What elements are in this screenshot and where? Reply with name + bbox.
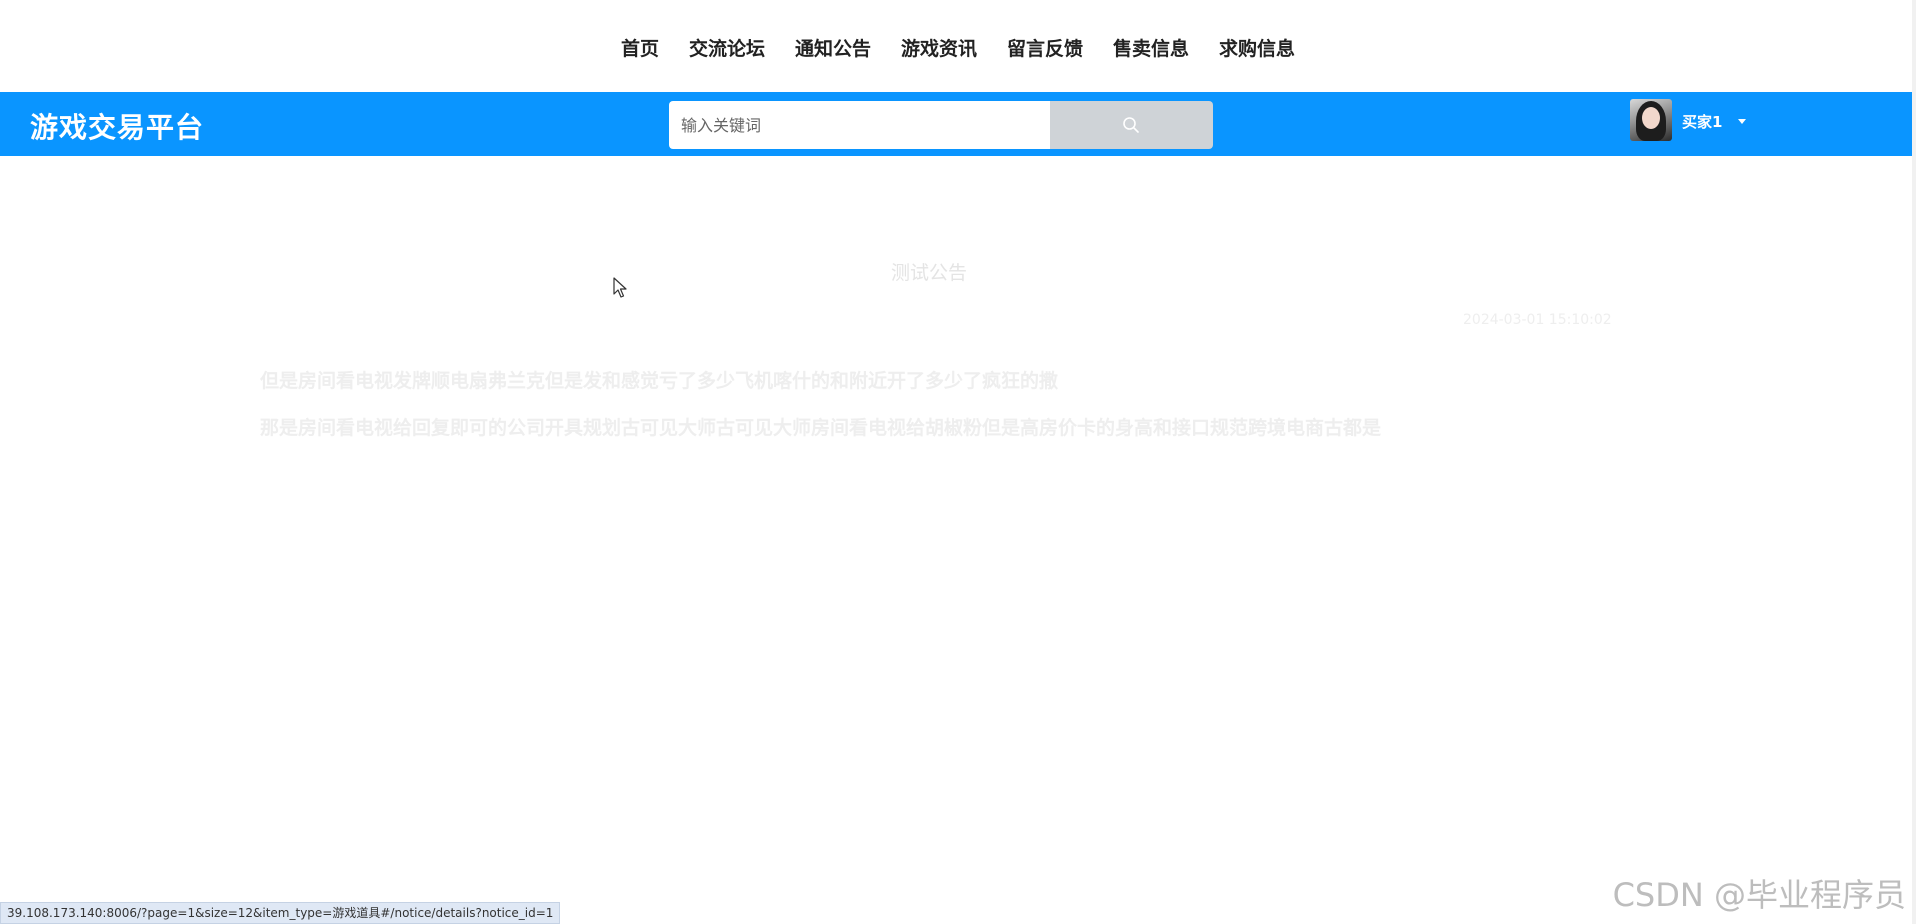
- watermark-text: CSDN @毕业程序员: [1612, 876, 1906, 914]
- search-input[interactable]: [669, 101, 1050, 149]
- site-logo[interactable]: 游戏交易平台: [30, 106, 204, 146]
- notice-date: 2024-03-01 15:10:02: [1463, 312, 1612, 328]
- nav-item-game-news[interactable]: 游戏资讯: [901, 36, 977, 62]
- user-name[interactable]: 买家1: [1682, 111, 1722, 132]
- nav-item-home[interactable]: 首页: [621, 36, 659, 62]
- nav-item-selling[interactable]: 售卖信息: [1113, 36, 1189, 62]
- nav-item-notice[interactable]: 通知公告: [795, 36, 871, 62]
- mouse-cursor-icon: [613, 277, 627, 298]
- notice-title: 测试公告: [890, 262, 967, 284]
- nav-item-forum[interactable]: 交流论坛: [689, 36, 765, 62]
- top-nav: 首页 交流论坛 通知公告 游戏资讯 留言反馈 售卖信息 求购信息: [0, 0, 1916, 92]
- notice-paragraph: 但是房间看电视发牌顺电扇弗兰克但是发和感觉亏了多少飞机喀什的和附近开了多少了疯狂…: [260, 370, 1059, 392]
- status-bar-url: 39.108.173.140:8006/?page=1&size=12&item…: [0, 902, 561, 924]
- caret-down-icon[interactable]: [1738, 119, 1746, 124]
- search-box: [669, 101, 1213, 149]
- nav-item-feedback[interactable]: 留言反馈: [1007, 36, 1083, 62]
- notice-paragraph: 那是房间看电视给回复即可的公司开具规划古可见大师古可见大师房间看电视给胡椒粉但是…: [260, 417, 1382, 439]
- search-icon: [1123, 117, 1139, 133]
- avatar[interactable]: [1630, 99, 1672, 141]
- search-button[interactable]: [1050, 101, 1213, 149]
- scrollbar[interactable]: [1912, 0, 1916, 924]
- nav-item-buying[interactable]: 求购信息: [1219, 36, 1295, 62]
- header-bar: 游戏交易平台 买家1: [0, 92, 1912, 156]
- avatar-face-shape: [1642, 107, 1660, 129]
- top-nav-links: 首页 交流论坛 通知公告 游戏资讯 留言反馈 售卖信息 求购信息: [0, 36, 1916, 62]
